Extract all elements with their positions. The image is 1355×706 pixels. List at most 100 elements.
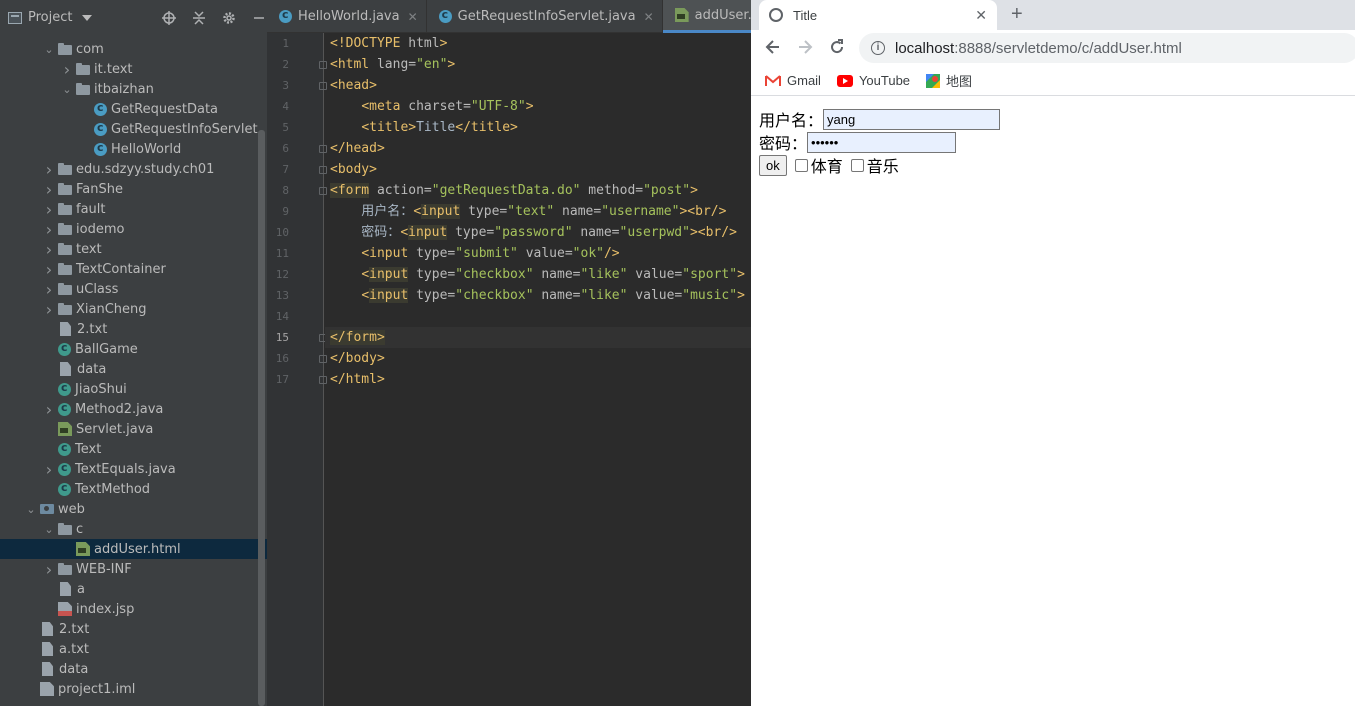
folder-icon [58,302,72,315]
actions-row: ok 体育 音乐 [759,154,899,176]
line-number: 7 [282,163,289,176]
tree-item-label: it.text [94,61,133,77]
folder-icon [58,222,72,235]
line-number: 1 [282,37,289,50]
chevron-right-icon[interactable]: › [42,459,56,479]
folder-icon [58,162,72,175]
tree-item[interactable]: › uClass [0,279,267,299]
bookmark-maps[interactable]: 地图 [926,71,972,90]
reload-icon[interactable] [827,38,847,58]
tree-item[interactable]: HelloWorld [0,139,267,159]
minimize-icon[interactable] [250,9,267,27]
chevron-right-icon[interactable]: › [42,239,56,259]
info-icon[interactable]: i [871,41,885,55]
forward-arrow-icon[interactable] [795,38,815,58]
tree-item[interactable]: JiaoShui [0,379,267,399]
tree-item[interactable]: › XianCheng [0,299,267,319]
project-view-selector[interactable]: Project [8,10,93,25]
folder-icon [58,182,72,195]
tree-item[interactable]: TextMethod [0,479,267,499]
gear-icon[interactable] [220,9,238,27]
tree-item[interactable]: › text [0,239,267,259]
chevron-right-icon[interactable]: › [42,279,56,299]
tree-item[interactable]: Servlet.java [0,419,267,439]
tree-item[interactable]: project1.iml [0,679,267,699]
tree-item[interactable]: › TextContainer [0,259,267,279]
chevron-right-icon[interactable]: › [60,59,74,79]
chevron-down-icon[interactable]: ⌄ [60,79,74,99]
tree-item[interactable]: › TextEquals.java [0,459,267,479]
chevron-right-icon[interactable]: › [42,299,56,319]
code-token: <meta [361,99,401,114]
chevron-right-icon[interactable]: › [42,179,56,199]
close-tab-icon[interactable]: ✕ [975,7,987,24]
checkbox-music[interactable] [850,158,864,172]
tree-item[interactable]: ⌄ com [0,39,267,59]
bookmark-youtube[interactable]: YouTube [836,73,910,88]
chevron-right-icon[interactable]: › [42,159,56,179]
code-token: </form> [330,330,385,345]
tree-item[interactable]: › edu.sdzyy.study.ch01 [0,159,267,179]
tree-item[interactable]: ⌄ web [0,499,267,519]
tree-item[interactable]: › FanShe [0,179,267,199]
address-bar[interactable]: i localhost:8888/servletdemo/c/addUser.h… [859,33,1355,63]
line-number: 11 [275,247,289,260]
tree-item[interactable]: 2.txt [0,319,267,339]
submit-button[interactable]: ok [759,154,787,176]
tree-item[interactable]: ⌄ itbaizhan [0,79,267,99]
locate-target-icon[interactable] [160,9,178,27]
code-line: <input type="submit" value="ok"/> [325,243,751,264]
collapse-all-icon[interactable] [190,9,208,27]
chevron-down-icon[interactable]: ⌄ [42,519,56,539]
chevron-right-icon[interactable]: › [42,259,56,279]
editor-tab[interactable]: addUser.html✕ [662,0,751,33]
code-line: </body> [325,348,751,369]
tree-item-label: 2.txt [77,321,108,337]
chevron-down-icon[interactable]: ⌄ [24,499,38,519]
tree-item-label: addUser.html [94,541,181,557]
close-tab-icon[interactable]: ✕ [408,10,418,24]
password-input[interactable] [807,131,957,153]
tree-item[interactable]: › fault [0,199,267,219]
editor-tab[interactable]: HelloWorld.java ✕ [267,0,427,33]
tree-item[interactable]: › WEB-INF [0,559,267,579]
code-token: <!DOCTYPE [330,36,401,51]
tree-item[interactable]: GetRequestInfoServlet [0,119,267,139]
line-number: 4 [282,100,289,113]
tree-item[interactable]: GetRequestData [0,99,267,119]
tree-item[interactable]: › Method2.java [0,399,267,419]
code-line: <head> [325,75,751,96]
new-tab-icon[interactable]: + [1011,3,1023,26]
close-tab-icon[interactable]: ✕ [644,10,654,24]
tree-item[interactable]: addUser.html [0,539,267,559]
tree-item[interactable]: data [0,659,267,679]
tree-item[interactable]: ⌄ c [0,519,267,539]
tree-item[interactable]: Text [0,439,267,459]
tree-item[interactable]: › iodemo [0,219,267,239]
checkbox-sport[interactable] [794,158,808,172]
chevron-right-icon[interactable]: › [42,199,56,219]
chevron-right-icon[interactable]: › [42,219,56,239]
tree-item[interactable]: a [0,579,267,599]
java-file-icon [438,8,452,23]
chevron-right-icon[interactable]: › [42,559,56,579]
editor-tab[interactable]: GetRequestInfoServlet.java ✕ [427,0,663,33]
project-scrollbar[interactable] [258,130,265,706]
code-line: <form action="getRequestData.do" method=… [325,180,751,201]
chevron-down-icon[interactable]: ⌄ [42,39,56,59]
chevron-right-icon[interactable]: › [42,399,56,419]
line-number: 3 [282,79,289,92]
back-arrow-icon[interactable] [763,38,783,58]
username-input[interactable] [823,108,1001,130]
bookmark-gmail[interactable]: Gmail [765,73,821,88]
project-panel: Project ⌄com›it.text⌄itbaizhanGetRequest… [0,0,267,706]
tree-item[interactable]: 2.txt [0,619,267,639]
tree-item[interactable]: data [0,359,267,379]
tree-item[interactable]: › it.text [0,59,267,79]
tree-item[interactable]: index.jsp [0,599,267,619]
tree-item[interactable]: a.txt [0,639,267,659]
tree-item[interactable]: BallGame [0,339,267,359]
browser-tab[interactable]: Title ✕ [759,0,997,30]
